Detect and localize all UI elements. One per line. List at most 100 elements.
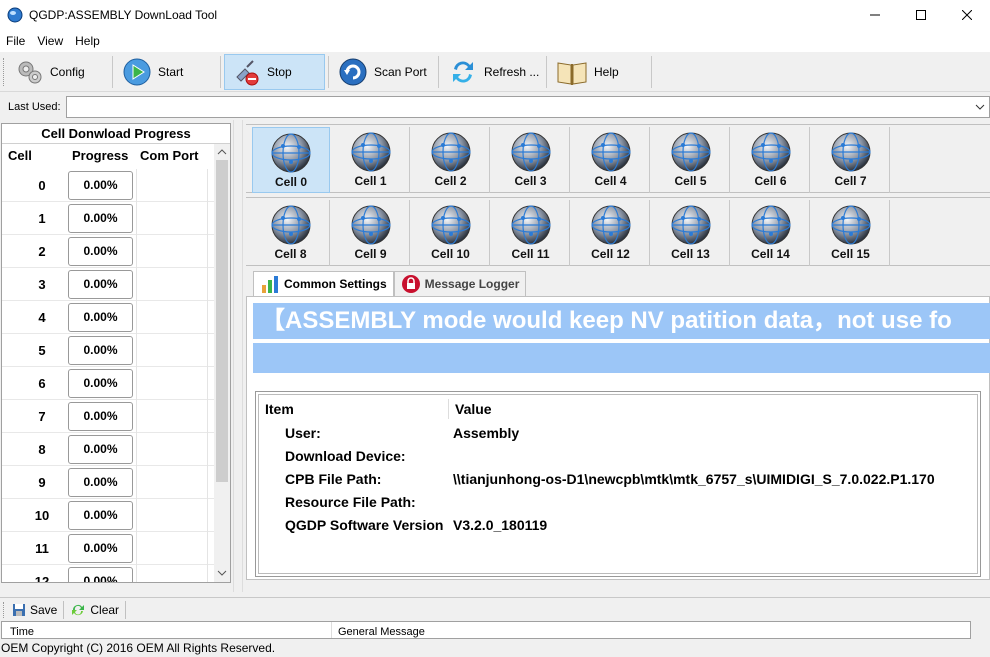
cell-button-label: Cell 14 — [751, 247, 790, 261]
cell-button[interactable]: Cell 15 — [812, 200, 890, 266]
cell-button[interactable]: Cell 10 — [412, 200, 490, 266]
info-row: Resource File Path: — [259, 494, 979, 517]
log-separator — [125, 600, 127, 619]
cell-button[interactable]: Cell 13 — [652, 200, 730, 266]
menu-view[interactable]: View — [31, 34, 69, 48]
header-divider — [448, 399, 449, 419]
progress-value: 0.00% — [68, 501, 133, 530]
refresh-arrows-icon — [453, 61, 473, 83]
cell-button-label: Cell 15 — [831, 247, 870, 261]
globe-network-icon — [271, 133, 311, 173]
cell-button[interactable]: Cell 14 — [732, 200, 810, 266]
menu-bar: File View Help — [0, 30, 990, 52]
maximize-button[interactable] — [898, 0, 944, 30]
cell-button[interactable]: Cell 8 — [252, 200, 330, 266]
close-button[interactable] — [944, 0, 990, 30]
toolbar-separator — [328, 56, 329, 88]
scan-refresh-icon — [339, 58, 367, 86]
toolbar-grip[interactable] — [3, 58, 6, 86]
progress-row: 1 0.00% — [2, 202, 216, 235]
cell-button-label: Cell 7 — [834, 174, 867, 188]
refresh-label: Refresh ... — [484, 65, 540, 79]
clear-button[interactable]: Clear — [64, 602, 125, 618]
com-port-value — [136, 301, 208, 334]
cell-button-label: Cell 1 — [354, 174, 387, 188]
menu-help[interactable]: Help — [69, 34, 106, 48]
progress-row: 3 0.00% — [2, 268, 216, 301]
cell-button[interactable]: Cell 7 — [812, 127, 890, 193]
menu-file[interactable]: File — [0, 34, 31, 48]
cell-button[interactable]: Cell 4 — [572, 127, 650, 193]
toolbar-separator — [651, 56, 652, 88]
progress-row: 7 0.00% — [2, 400, 216, 433]
cell-button[interactable]: Cell 2 — [412, 127, 490, 193]
chevron-down-icon — [975, 104, 985, 110]
globe-network-icon — [670, 132, 711, 172]
progress-row: 10 0.00% — [2, 499, 216, 532]
minimize-button[interactable] — [852, 0, 898, 30]
scroll-up-icon — [217, 149, 227, 155]
last-used-combo[interactable] — [66, 96, 990, 118]
com-port-value — [136, 268, 208, 301]
info-row: QGDP Software Version V3.2.0_180119 — [259, 517, 979, 540]
cell-button[interactable]: Cell 11 — [492, 200, 570, 266]
cell-button[interactable]: Cell 9 — [332, 200, 410, 266]
progress-value: 0.00% — [68, 369, 133, 398]
save-button[interactable]: Save — [6, 603, 63, 617]
log-col-time: Time — [10, 626, 35, 638]
start-button[interactable]: Start — [116, 54, 218, 90]
cell-grid-row-1: Cell 0 Cell 1 Cell 2 Cell 3 Cell 4 Cell 5 Cell… — [246, 124, 990, 193]
app-globe-icon — [7, 7, 23, 23]
cell-button-label: Cell 8 — [274, 247, 307, 261]
progress-scrollbar[interactable] — [214, 144, 230, 582]
log-toolbar: Save Clear — [0, 597, 990, 621]
progress-row: 6 0.00% — [2, 367, 216, 400]
scan-port-button[interactable]: Scan Port — [332, 54, 436, 90]
stop-plug-icon — [236, 60, 259, 86]
message-log-list[interactable]: Time General Message — [1, 621, 971, 639]
panel-splitter[interactable] — [233, 120, 243, 592]
com-port-value — [136, 499, 208, 532]
cell-button-label: Cell 6 — [754, 174, 787, 188]
help-button[interactable]: Help — [550, 54, 650, 90]
cell-button[interactable]: Cell 5 — [652, 127, 730, 193]
config-button[interactable]: Config — [10, 54, 110, 90]
com-port-value — [136, 532, 208, 565]
com-port-value — [136, 169, 208, 202]
clear-label: Clear — [90, 602, 120, 617]
log-col-message: General Message — [338, 626, 425, 638]
toolbar: Config Start Stop Scan Port Refresh ... … — [0, 52, 990, 92]
cell-button[interactable]: Cell 6 — [732, 127, 810, 193]
refresh-button[interactable]: Refresh ... — [442, 54, 546, 90]
last-used-row: Last Used: — [0, 96, 990, 118]
cell-button[interactable]: Cell 3 — [492, 127, 570, 193]
last-used-label: Last Used: — [8, 101, 61, 113]
info-value: Assembly — [453, 425, 520, 441]
info-key: Download Device: — [285, 448, 406, 464]
progress-value: 0.00% — [68, 435, 133, 464]
stop-button[interactable]: Stop — [224, 54, 325, 90]
scrollbar-thumb[interactable] — [216, 160, 228, 482]
globe-network-icon — [350, 132, 391, 172]
config-label: Config — [50, 65, 85, 79]
scan-port-label: Scan Port — [374, 65, 427, 79]
progress-value: 0.00% — [68, 171, 133, 200]
play-icon — [123, 58, 151, 86]
cell-button[interactable]: Cell 12 — [572, 200, 650, 266]
com-port-value — [136, 202, 208, 235]
help-label: Help — [594, 65, 619, 79]
tab-common-settings[interactable]: Common Settings — [253, 271, 394, 296]
logger-lock-icon — [401, 275, 420, 293]
toolbar-separator — [220, 56, 221, 88]
com-port-value — [136, 400, 208, 433]
cell-button[interactable]: Cell 0 — [252, 127, 330, 193]
progress-value: 0.00% — [68, 237, 133, 266]
globe-network-icon — [430, 205, 471, 245]
toolbar-separator — [438, 56, 439, 88]
cell-button[interactable]: Cell 1 — [332, 127, 410, 193]
progress-panel-title: Cell Donwload Progress — [2, 124, 230, 144]
cell-button-label: Cell 2 — [434, 174, 467, 188]
tab-message-logger[interactable]: Message Logger — [393, 271, 527, 296]
close-icon — [962, 10, 972, 20]
com-port-value — [136, 466, 208, 499]
